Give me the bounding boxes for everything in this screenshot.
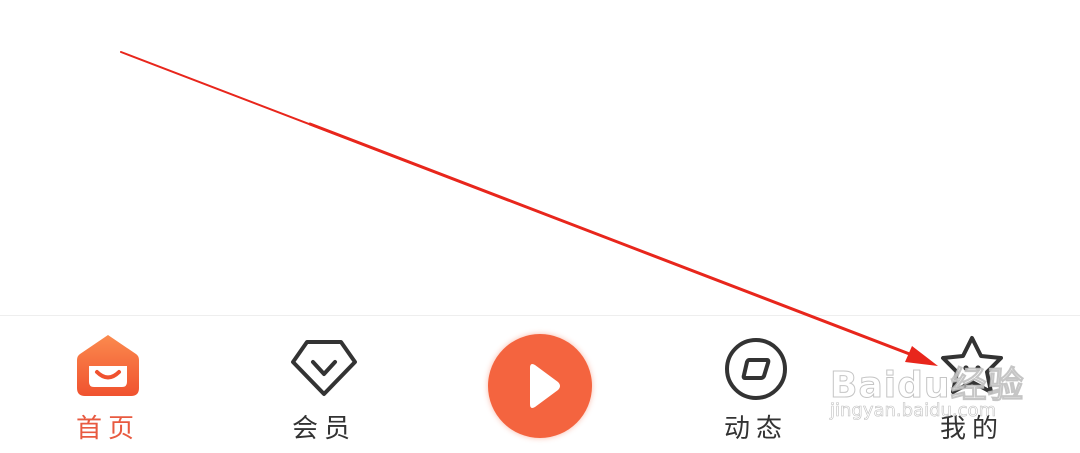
diamond-icon xyxy=(289,338,359,398)
tab-feed-label: 动态 xyxy=(723,414,788,444)
star-face-icon xyxy=(937,334,1007,400)
bottom-tab-bar: 首页 会员 动态 我的 xyxy=(0,315,1080,453)
moments-icon xyxy=(723,336,789,402)
tab-play[interactable] xyxy=(470,316,610,453)
tab-vip[interactable]: 会员 xyxy=(254,316,394,453)
tab-home-label: 首页 xyxy=(75,414,140,444)
home-icon xyxy=(75,332,141,398)
content-area xyxy=(0,0,1080,315)
app-screen: 首页 会员 动态 我的 Baidu经验 jingyan.baidu.com xyxy=(0,0,1080,453)
play-icon xyxy=(530,364,560,408)
tab-mine-label: 我的 xyxy=(939,414,1004,444)
tab-feed[interactable]: 动态 xyxy=(686,316,826,453)
tab-mine[interactable]: 我的 xyxy=(902,316,1042,453)
tab-vip-label: 会员 xyxy=(291,414,356,444)
tab-home[interactable]: 首页 xyxy=(38,316,178,453)
play-button[interactable] xyxy=(488,334,592,438)
